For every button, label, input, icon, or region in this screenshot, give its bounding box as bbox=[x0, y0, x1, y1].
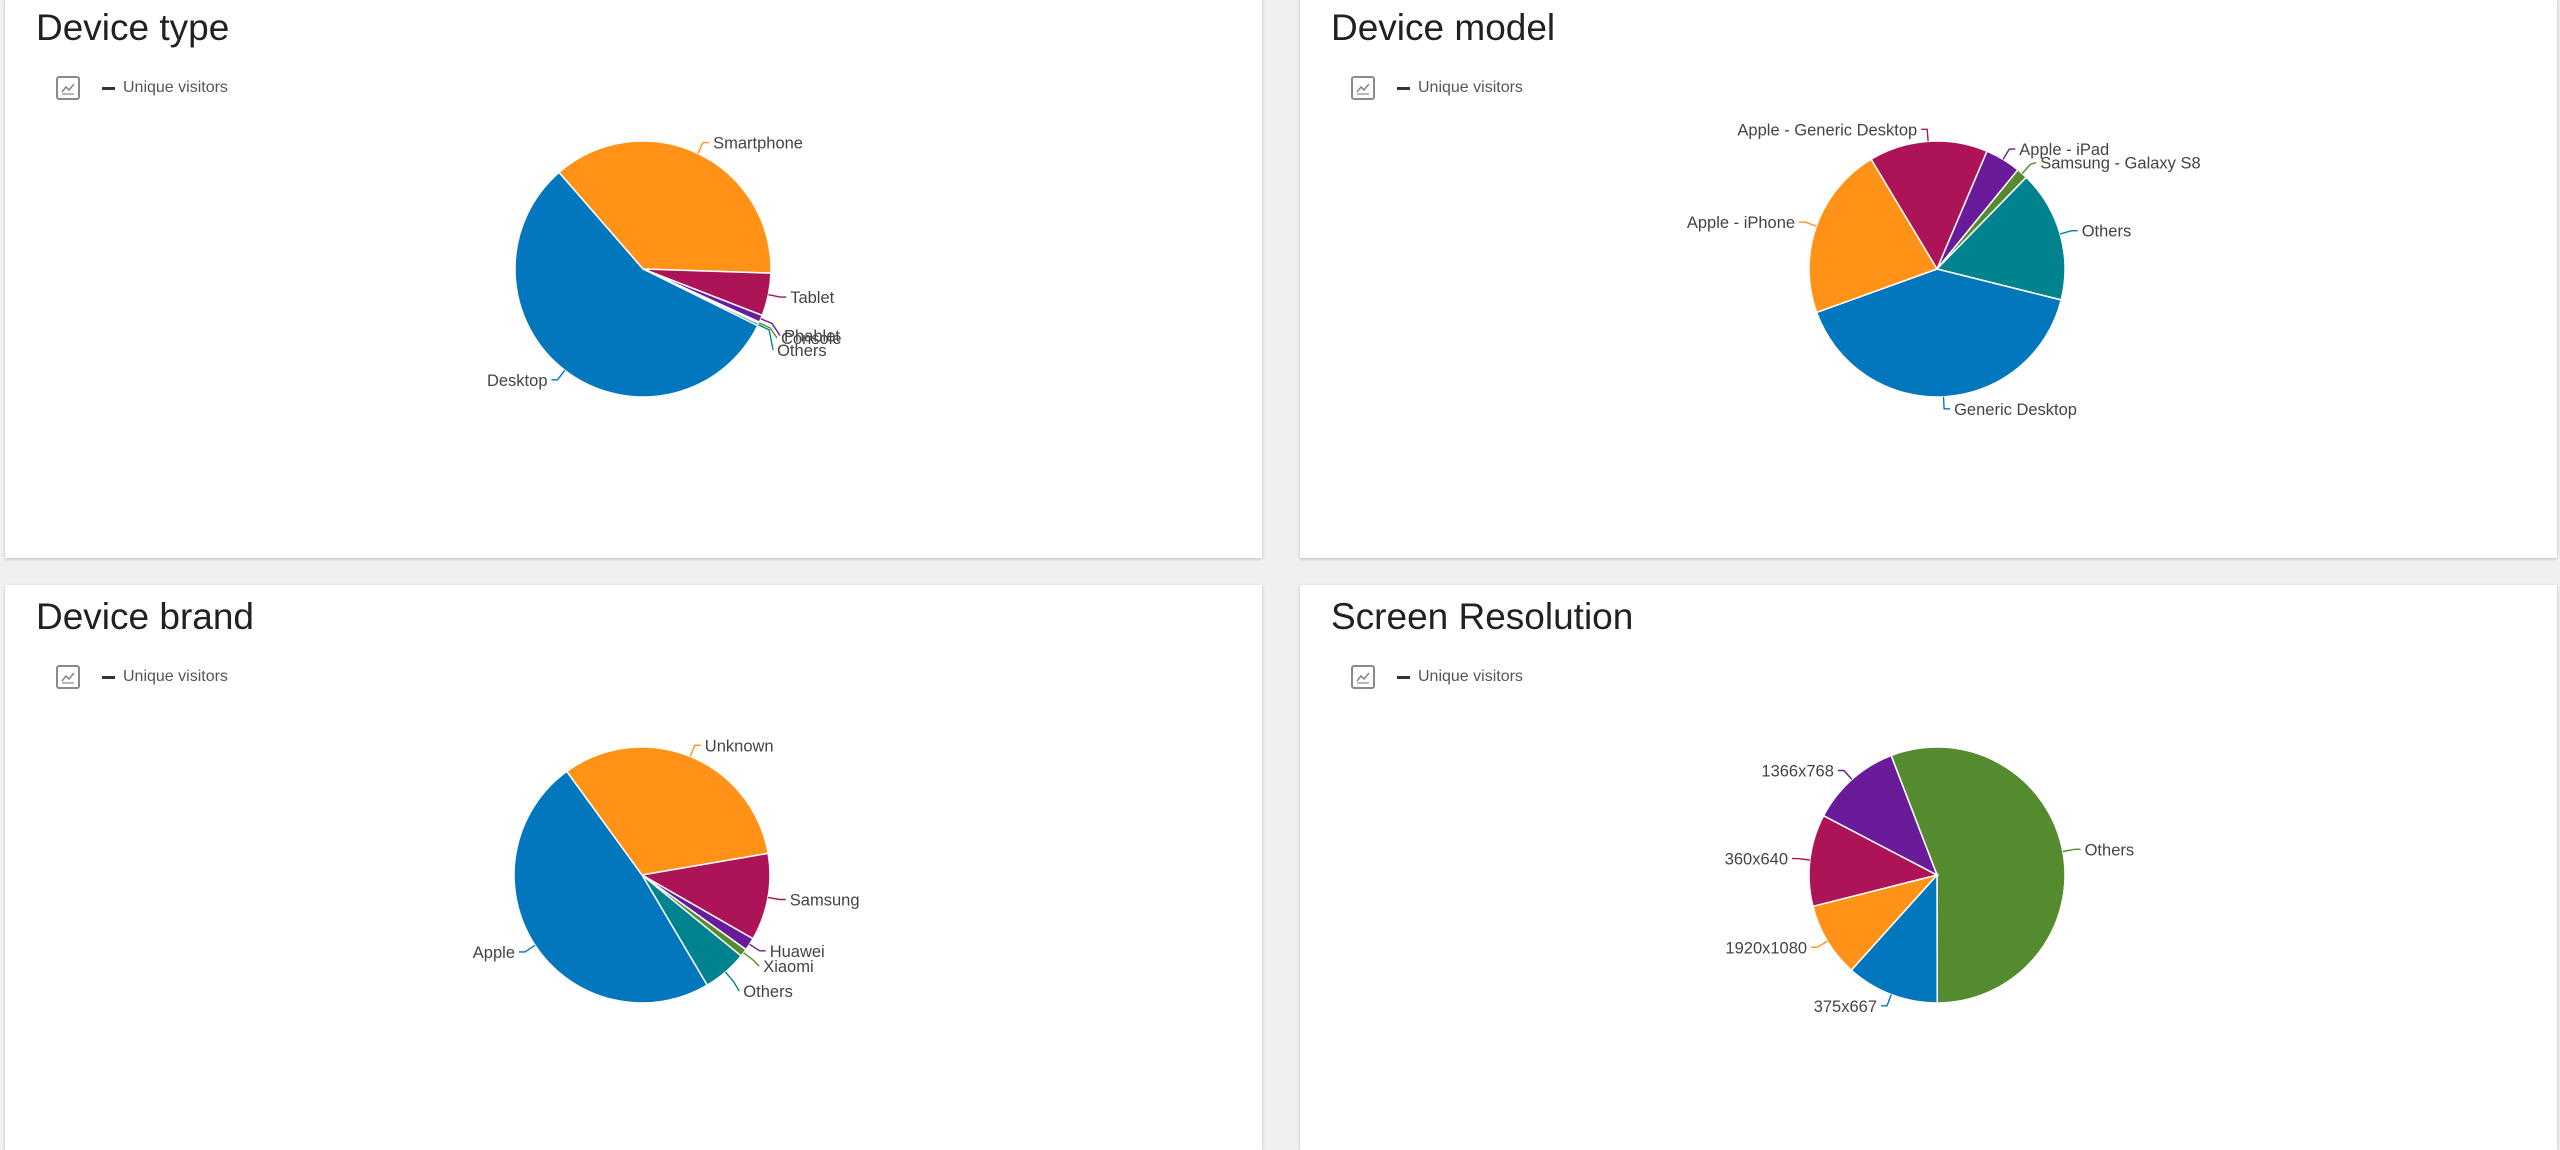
pie-chart: Apple - Generic DesktopApple - iPadSamsu… bbox=[1687, 121, 2201, 419]
label-connector bbox=[724, 971, 740, 992]
label-connector bbox=[1799, 221, 1817, 227]
pie-chart: UnknownSamsungHuaweiXiaomiOthersApple bbox=[473, 737, 860, 1004]
slice-label: Others bbox=[2082, 223, 2132, 241]
label-connector bbox=[1837, 769, 1853, 780]
label-connector bbox=[749, 943, 766, 952]
slice-label: Generic Desktop bbox=[1954, 401, 2077, 419]
label-connector bbox=[767, 896, 786, 901]
slice-label: Xiaomi bbox=[763, 958, 813, 976]
slice-label: 1920x1080 bbox=[1725, 939, 1807, 957]
slice-label: Apple bbox=[473, 944, 515, 962]
label-connector bbox=[2059, 229, 2078, 235]
label-connector bbox=[1881, 994, 1892, 1007]
slice-label: 1366x768 bbox=[1761, 763, 1834, 781]
device-brand-card: Device brand Unique visitors Unknown Sams… bbox=[5, 585, 1262, 1150]
slice-label: Apple - Generic Desktop bbox=[1737, 121, 1917, 139]
device-model-card: Device model Unique visitors Apple - Gen… bbox=[1300, 0, 2557, 558]
slice-label: Others bbox=[743, 983, 793, 1001]
screen-resolution-card: Screen Resolution Unique visitors Others… bbox=[1300, 585, 2557, 1150]
label-connector bbox=[2002, 148, 2016, 160]
slice-label: Samsung bbox=[790, 892, 860, 910]
slice-label: Smartphone bbox=[713, 135, 803, 153]
slice-label: Others bbox=[777, 342, 827, 360]
label-connector bbox=[1811, 940, 1828, 948]
label-connector bbox=[1792, 857, 1810, 861]
label-connector bbox=[2062, 848, 2081, 853]
label-connector bbox=[768, 294, 787, 298]
slice-label: 360x640 bbox=[1725, 851, 1788, 869]
label-connector bbox=[551, 369, 566, 381]
pie-slices bbox=[1808, 746, 2066, 1004]
slice-label: Others bbox=[2085, 841, 2135, 859]
label-connector bbox=[519, 944, 536, 953]
slice-label: Tablet bbox=[790, 289, 834, 307]
label-connector bbox=[689, 744, 701, 757]
device-type-card: Device type Unique visitors Smartphone Ta… bbox=[5, 0, 1262, 558]
slice-label: Samsung - Galaxy S8 bbox=[2040, 155, 2201, 173]
label-connector bbox=[1942, 396, 1951, 410]
slice-label: Desktop bbox=[487, 372, 548, 390]
pie-slices bbox=[514, 140, 772, 398]
pie-slices bbox=[513, 746, 771, 1004]
label-connector bbox=[697, 141, 710, 154]
pie-slices bbox=[1808, 140, 2066, 398]
label-connector bbox=[1921, 128, 1929, 142]
label-connector bbox=[2021, 161, 2037, 174]
label-connector bbox=[758, 322, 778, 339]
pie-chart: SmartphoneTabletPhabletConsoleOthersDesk… bbox=[487, 135, 842, 398]
slice-label: 375x667 bbox=[1814, 998, 1877, 1016]
slice-label: Unknown bbox=[705, 737, 774, 755]
slice-label: Apple - iPhone bbox=[1687, 214, 1795, 232]
pie-chart: Others 375x667 1920x1080 360x640 1366x768 bbox=[1725, 746, 2135, 1016]
label-connector bbox=[743, 952, 760, 967]
